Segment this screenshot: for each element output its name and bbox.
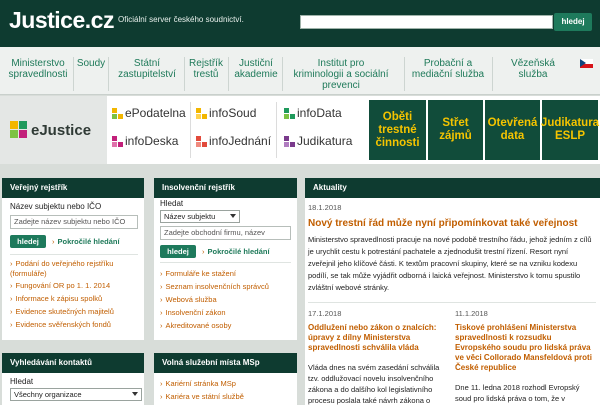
divider: [308, 302, 596, 303]
link-formulare[interactable]: Formuláře ke stažení: [160, 269, 236, 278]
panel-title: Insolvenční rejstřík: [154, 178, 297, 198]
infosoud-label: infoSoud: [209, 106, 257, 120]
link-spravci[interactable]: Seznam insolvenčních správců: [160, 282, 269, 291]
divider: [160, 262, 291, 263]
link-karierni-stranka[interactable]: Kariérní stránka MSp: [160, 379, 236, 388]
panel-title: Vyhledávání kontaktů: [2, 353, 144, 373]
news-date: 18.1.2018: [308, 203, 342, 212]
chevron-down-icon: [230, 214, 236, 218]
nav-separator: [108, 57, 109, 91]
link-insolvencni-zakon[interactable]: Insolvenční zákon: [160, 308, 226, 317]
panel-vyhledavani-kontaktu: Vyhledávání kontaktů Hledat Všechny orga…: [2, 353, 144, 405]
nav-item-justicni-akademie[interactable]: Justiční akademie: [232, 58, 280, 80]
panel-volna-mista: Volná služební místa MSp Kariérní stránk…: [154, 353, 297, 405]
link-zapis-spolku[interactable]: Informace k zápisu spolků: [10, 294, 102, 303]
tile-otevrena-data[interactable]: Otevřená data: [485, 100, 540, 160]
nav-item-probacni[interactable]: Probační a mediační služba: [408, 58, 488, 80]
judikatura-label: Judikatura: [297, 134, 353, 148]
link-fungovani-or[interactable]: Fungování OR po 1. 1. 2014: [10, 281, 110, 290]
nav-item-institut[interactable]: Institut pro kriminologii a sociální preve…: [286, 58, 396, 91]
divider: [10, 254, 138, 255]
main-nav: Ministerstvo spravedlnosti Soudy Státní za…: [0, 47, 600, 95]
nav-separator: [228, 57, 229, 91]
tile-stret-zajmu[interactable]: Střet zájmů: [428, 100, 483, 160]
search-input[interactable]: [300, 15, 553, 29]
nav-separator: [184, 57, 185, 91]
chevron-down-icon: [132, 392, 138, 396]
news-text: Vláda dnes na svém zasedání schválila tz…: [308, 363, 440, 405]
advanced-search-link[interactable]: Pokročilé hledání: [202, 247, 270, 256]
link-skutecni-majitele[interactable]: Evidence skutečných majitelů: [10, 307, 114, 316]
field-label: Hledat: [160, 199, 184, 208]
panel-insolvencni-rejstrik: Insolvenční rejstřík Hledat Název subjek…: [154, 178, 297, 340]
epodatelna-icon: [112, 107, 123, 119]
panel-title: Aktuality: [305, 178, 600, 198]
nav-separator: [73, 57, 74, 91]
link-webova-sluzba[interactable]: Webová služba: [160, 295, 217, 304]
epodatelna-label: ePodatelna: [125, 106, 186, 120]
infodeska-icon: [112, 135, 123, 147]
company-search-input[interactable]: Zadejte obchodní firmu, název: [160, 226, 291, 240]
panel-title: Volná služební místa MSp: [154, 353, 297, 373]
logo-separator: [276, 102, 277, 158]
news-title-link[interactable]: Nový trestní řád může nyní připomínkovat…: [308, 218, 578, 229]
site-logo[interactable]: Justice.cz: [9, 7, 114, 34]
site-tagline: Oficiální server českého soudnictví.: [118, 15, 244, 24]
nav-item-soudy[interactable]: Soudy: [76, 58, 106, 69]
news-date: 17.1.2018: [308, 309, 342, 318]
news-text: Dne 11. ledna 2018 rozhodl Evropský soud…: [455, 383, 580, 403]
judikatura-link[interactable]: Judikatura: [284, 134, 352, 148]
news-title-link[interactable]: Tiskové prohlášení Ministerstva spravedl…: [455, 323, 595, 373]
nav-separator: [404, 57, 405, 91]
header: Justice.cz Oficiální server českého soud…: [0, 0, 600, 47]
infodata-link[interactable]: infoData: [284, 106, 342, 120]
nav-item-ministerstvo[interactable]: Ministerstvo spravedlnosti: [6, 58, 70, 80]
judikatura-icon: [284, 135, 295, 147]
field-label: Hledat: [10, 377, 34, 386]
infojednani-icon: [196, 135, 207, 147]
search-button[interactable]: hledej: [10, 235, 46, 248]
search-button[interactable]: hledej: [554, 13, 592, 31]
infodeska-link[interactable]: infoDeska: [112, 134, 178, 148]
link-kariera-statni-sluzba[interactable]: Kariéra ve státní službě: [160, 392, 244, 401]
link-podani[interactable]: Podání do veřejného rejstříku (formuláře…: [10, 259, 138, 279]
ejustice-logo[interactable]: eJustice: [0, 96, 107, 164]
infojednani-link[interactable]: infoJednání: [196, 134, 271, 148]
tile-obeti-trestne-cinnosti[interactable]: Oběti trestné činnosti: [369, 100, 426, 160]
subject-search-input[interactable]: Zadejte název subjektu nebo IČO: [10, 215, 138, 229]
nav-item-vezenska-sluzba[interactable]: Vězeňská služba: [496, 58, 570, 80]
panel-title: Veřejný rejstřík: [2, 178, 144, 198]
organization-select[interactable]: Všechny organizace: [10, 388, 142, 401]
epodatelna-link[interactable]: ePodatelna: [112, 106, 186, 120]
news-text: Ministerstvo spravedlnosti pracuje na no…: [308, 235, 592, 292]
czech-flag-icon[interactable]: [580, 59, 593, 68]
logo-separator: [190, 102, 191, 158]
infodata-icon: [284, 107, 295, 119]
nav-item-rejstrik-trestu[interactable]: Rejstřík trestů: [188, 58, 224, 80]
panel-verejny-rejstrik: Veřejný rejstřík Název subjektu nebo IČO…: [2, 178, 144, 340]
news-title-link[interactable]: Oddlužení nebo zákon o znalcích: úpravy …: [308, 323, 438, 353]
infodata-label: infoData: [297, 106, 342, 120]
link-sverenske-fondy[interactable]: Evidence svěřenských fondů: [10, 320, 111, 329]
infojednani-label: infoJednání: [209, 134, 272, 148]
ejustice-label: eJustice: [31, 121, 92, 139]
tile-judikatura-eslp[interactable]: Judikatura ESLP: [541, 100, 599, 160]
infodeska-label: infoDeska: [125, 134, 179, 148]
field-label: Název subjektu nebo IČO: [10, 202, 102, 211]
news-date: 11.1.2018: [455, 309, 488, 318]
ejustice-icon: [10, 121, 28, 139]
infosoud-link[interactable]: infoSoud: [196, 106, 256, 120]
infosoud-icon: [196, 107, 207, 119]
nav-separator: [282, 57, 283, 91]
panel-aktuality: Aktuality 18.1.2018 Nový trestní řád můž…: [305, 178, 600, 405]
link-akreditovane-osoby[interactable]: Akreditované osoby: [160, 321, 231, 330]
advanced-search-link[interactable]: Pokročilé hledání: [52, 237, 120, 246]
search-button[interactable]: hledej: [160, 245, 196, 258]
service-logos: eJustice ePodatelna infoDeska infoSoud i…: [0, 96, 600, 164]
nav-item-statni-zastupitelstvi[interactable]: Státní zastupitelství: [112, 58, 182, 80]
nav-separator: [492, 57, 493, 91]
search-type-select[interactable]: Název subjektu: [160, 210, 240, 223]
